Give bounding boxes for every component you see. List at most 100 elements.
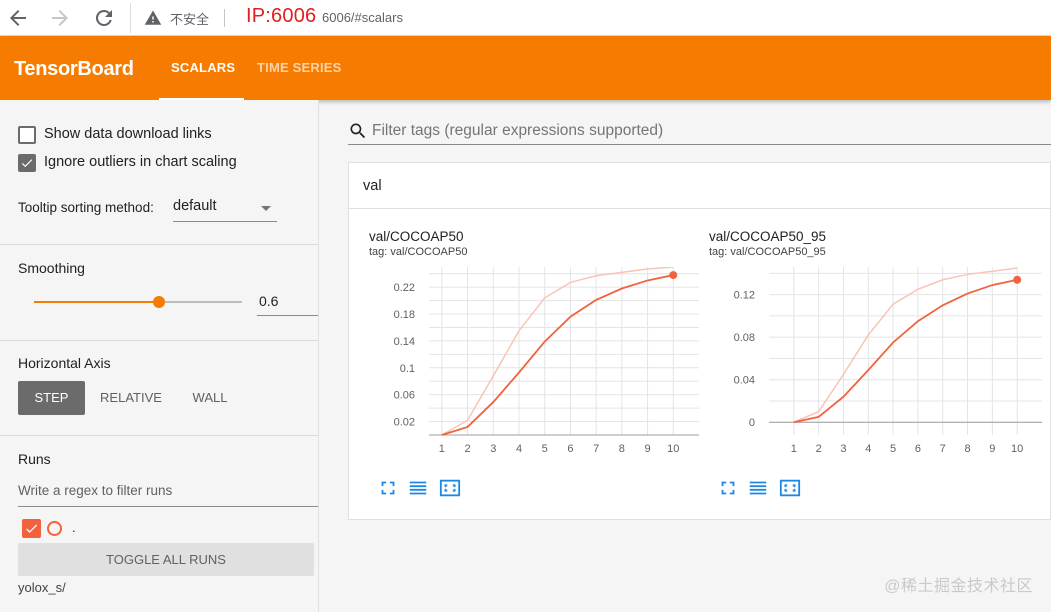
axis-relative-button[interactable]: RELATIVE [94,381,168,415]
x-tick-label: 10 [667,443,679,455]
y-tick-label: 0.02 [394,417,415,429]
scalar-chart-cocoap50: val/COCOAP50 tag: val/COCOAP50 1 2 3 4 5 6 7 8 9… [369,229,709,501]
x-tick-label: 9 [989,443,995,455]
fit-domain-icon[interactable] [439,477,461,499]
y-tick-label: 0.22 [394,282,415,294]
x-tick-label: 2 [816,443,822,455]
x-tick-label: 5 [542,443,548,455]
search-icon [350,123,366,139]
show-download-links-checkbox[interactable] [18,126,36,144]
smoothing-slider-thumb[interactable] [153,296,165,308]
x-tick-label: 4 [865,443,871,455]
smoothing-input[interactable]: 0.6 [257,290,318,316]
tag-group-card: val val/COCOAP50 tag: val/COCOAP50 1 2 3 4 5… [348,162,1051,520]
watermark: @稀土掘金技术社区 [884,578,1033,595]
toggle-all-runs-button[interactable]: TOGGLE ALL RUNS [18,543,314,576]
scalar-chart-cocoap50-95: val/COCOAP50_95 tag: val/COCOAP50_95 1 2 3… [709,229,1051,501]
horizontal-axis-title: Horizontal Axis [18,355,111,371]
app-header: TensorBoard SCALARS TIME SERIES [0,36,1051,100]
chart-title: val/COCOAP50_95 [709,229,827,244]
tag-group-title: val [363,178,382,194]
x-tick-label: 6 [567,443,573,455]
fit-domain-icon[interactable] [779,477,801,499]
forward-arrow-icon[interactable] [48,6,72,30]
smoothing-title: Smoothing [18,260,85,276]
ip-annotation: IP:6006 [246,5,317,27]
toggle-log-scale-icon[interactable] [747,477,769,499]
app-title: TensorBoard [14,58,134,80]
address-bar[interactable]: 不安全 IP:6006 6006/#scalars [130,3,1051,33]
run-path-label: yolox_s/ [18,580,66,595]
y-tick-label: 0.18 [394,309,415,321]
axis-wall-button[interactable]: WALL [180,381,240,415]
tab-time-series[interactable]: TIME SERIES [257,60,342,75]
tag-filter-placeholder: Filter tags (regular expressions support… [372,122,664,139]
x-tick-label: 10 [1011,443,1023,455]
insecure-label: 不安全 [170,12,210,27]
x-tick-label: 9 [645,443,651,455]
url-text: 6006/#scalars [322,10,403,25]
series-endpoint-marker [1013,275,1022,284]
reload-icon[interactable] [92,6,116,30]
y-tick-label: 0.1 [400,363,415,375]
address-separator [130,3,131,33]
check-icon [21,159,33,168]
x-tick-label: 2 [465,443,471,455]
x-tick-label: 6 [915,443,921,455]
show-download-links-label: Show data download links [44,126,212,142]
x-tick-label: 7 [940,443,946,455]
browser-toolbar: 不安全 IP:6006 6006/#scalars [0,0,1051,36]
tooltip-sorting-label: Tooltip sorting method: [18,200,154,215]
x-tick-label: 3 [840,443,846,455]
sidebar-divider [0,435,318,436]
chart-tag: tag: val/COCOAP50_95 [709,246,826,258]
x-tick-label: 1 [439,443,445,455]
runs-filter-input[interactable]: Write a regex to filter runs [18,481,318,507]
chart-plot[interactable]: 1 2 3 4 5 6 7 8 9 10 0.02 0.06 0.1 0.14 0.18 0.22 [369,267,709,477]
fullscreen-icon[interactable] [377,477,399,499]
series-line-raw [441,267,674,436]
series-line-smoothed [441,274,674,436]
y-tick-label: 0 [749,417,755,429]
fullscreen-icon[interactable] [717,477,739,499]
x-tick-label: 5 [890,443,896,455]
warning-icon[interactable] [144,9,162,27]
sidebar: Show data download links Ignore outliers… [0,100,319,612]
toggle-log-scale-icon[interactable] [407,477,429,499]
tag-group-header[interactable]: val [349,163,1051,209]
y-tick-label: 0.12 [734,290,755,302]
tag-filter[interactable]: Filter tags (regular expressions support… [348,117,1051,145]
back-arrow-icon[interactable] [6,6,30,30]
x-tick-label: 4 [516,443,522,455]
y-tick-label: 0.14 [394,336,415,348]
tooltip-sorting-value: default [173,198,217,214]
x-tick-label: 8 [964,443,970,455]
series-endpoint-marker [669,271,678,280]
tooltip-sorting-select[interactable]: default [173,196,277,222]
chart-tag: tag: val/COCOAP50 [369,246,468,258]
runs-title: Runs [18,451,51,467]
y-tick-label: 0.04 [734,375,755,387]
x-tick-label: 1 [791,443,797,455]
x-tick-label: 8 [619,443,625,455]
y-tick-label: 0.06 [394,390,415,402]
address-divider [224,9,225,27]
run-checkbox[interactable] [22,519,41,538]
ignore-outliers-checkbox[interactable] [18,154,36,172]
smoothing-slider-fill [34,301,159,303]
chart-title: val/COCOAP50 [369,229,464,244]
chart-plot[interactable]: 1 2 3 4 5 6 7 8 9 10 0 0.04 0.08 0.12 [709,267,1051,477]
y-tick-label: 0.08 [734,332,755,344]
run-name: . [72,520,76,535]
sidebar-divider [0,340,318,341]
axis-step-button[interactable]: STEP [18,381,85,415]
run-radio-button[interactable] [47,521,62,536]
check-icon [26,524,38,533]
series-line-raw [793,267,1018,423]
dropdown-caret-icon [261,206,271,211]
tab-scalars[interactable]: SCALARS [171,60,235,75]
x-tick-label: 3 [490,443,496,455]
x-tick-label: 7 [593,443,599,455]
ignore-outliers-label: Ignore outliers in chart scaling [44,154,237,170]
sidebar-divider [0,244,318,245]
